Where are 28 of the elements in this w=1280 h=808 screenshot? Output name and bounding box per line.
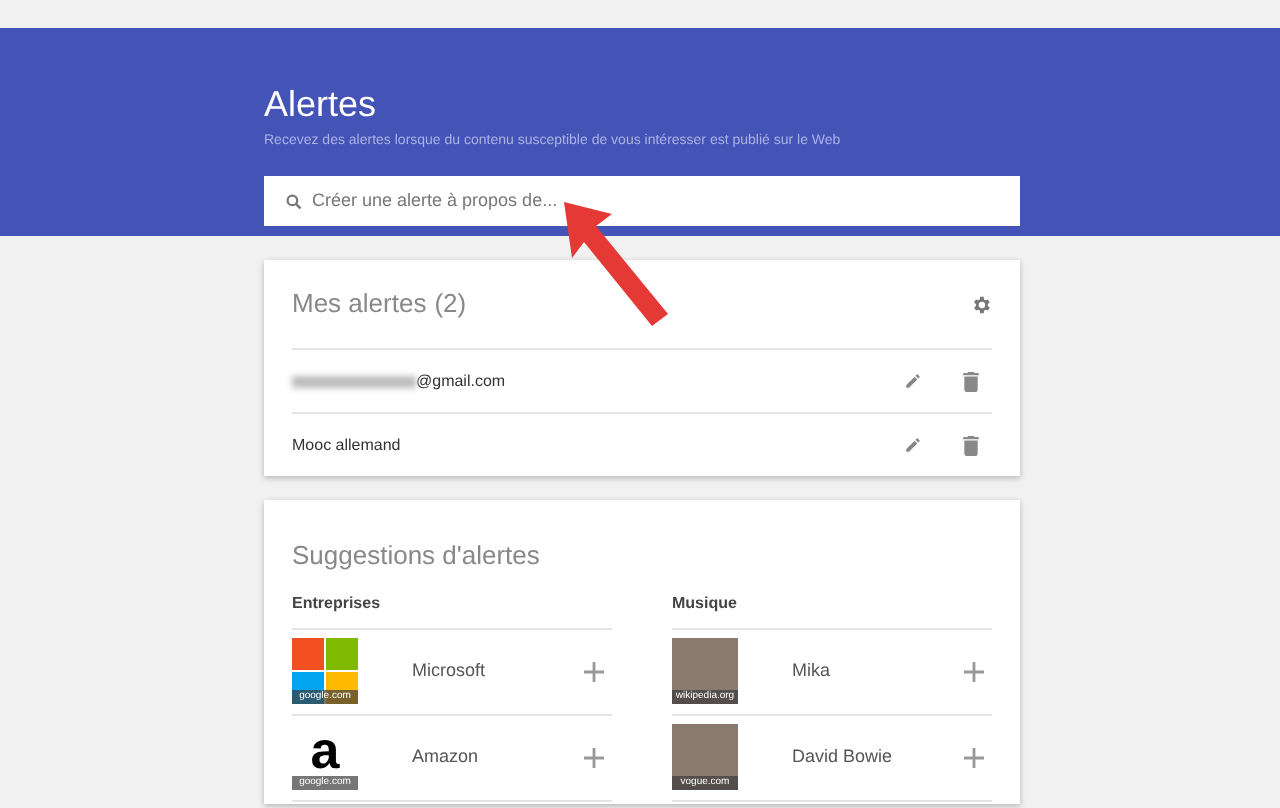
add-button[interactable] [964, 661, 984, 681]
suggestion-name: Microsoft [412, 657, 488, 684]
add-button[interactable] [584, 747, 604, 767]
alert-count: (2) [434, 286, 467, 323]
card-title: Suggestions d'alertes [292, 538, 542, 574]
arrow-annotation [560, 198, 672, 330]
search-field[interactable]: Créer une alerte à propos de... [264, 175, 1020, 225]
settings-icon[interactable] [970, 293, 992, 315]
trash-icon[interactable] [962, 371, 980, 391]
alert-label: @gmail.com [416, 369, 506, 393]
column-heading: Musique [672, 591, 739, 616]
plus-icon [964, 747, 984, 767]
alert-label: Mooc allemand [292, 433, 401, 457]
plus-icon [584, 661, 604, 681]
column-heading: Entreprises [292, 591, 383, 616]
suggestion-name: Mika [792, 657, 833, 684]
add-button[interactable] [584, 661, 604, 681]
blurred-text [292, 375, 416, 387]
card-title: Mes alertes [292, 286, 427, 323]
trash-icon[interactable] [962, 435, 980, 455]
add-button[interactable] [964, 747, 984, 767]
suggestion-name: David Bowie [792, 743, 895, 770]
page-title: Alertes [264, 82, 379, 126]
suggestion-name: Amazon [412, 743, 481, 770]
plus-icon [964, 661, 984, 681]
pencil-icon[interactable] [904, 436, 922, 454]
pencil-icon[interactable] [904, 372, 922, 390]
plus-icon [584, 747, 604, 767]
